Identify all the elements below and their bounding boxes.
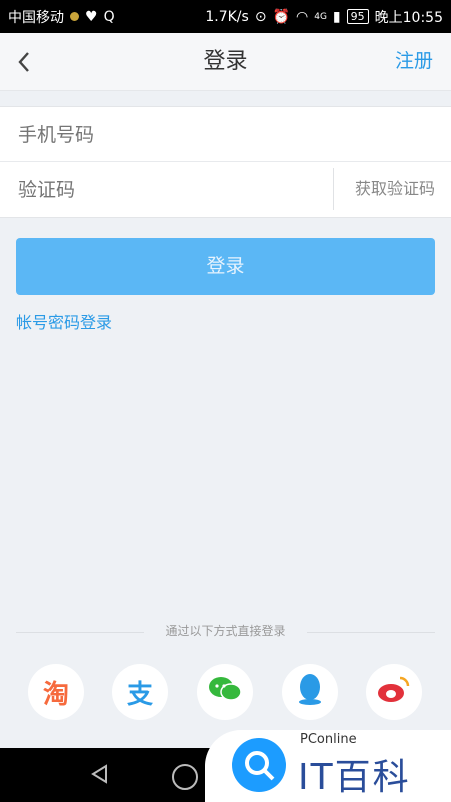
watermark-big-text: IT百科 <box>298 757 411 798</box>
q-app-icon: Q <box>103 8 115 25</box>
weibo-login-button[interactable] <box>366 664 422 720</box>
wechat-icon <box>208 675 242 710</box>
wifi-icon: ◠ <box>296 8 309 25</box>
phone-row <box>0 107 451 163</box>
divider <box>333 168 334 210</box>
battery-icon: 95 <box>346 9 369 24</box>
clock: 晚上10:55 <box>374 9 443 26</box>
taobao-login-button[interactable]: 淘 <box>28 664 84 720</box>
header-bar: 登录 注册 <box>0 33 451 91</box>
wechat-login-button[interactable] <box>197 664 253 720</box>
watermark-small-text: PConline <box>300 732 357 747</box>
alipay-icon: 支 <box>126 679 153 710</box>
watermark-logo-icon <box>232 738 286 792</box>
qq-icon <box>295 672 325 713</box>
signal-icon: ▮ <box>332 8 341 25</box>
phone-input[interactable] <box>16 107 320 163</box>
notification-dot-icon <box>70 12 79 21</box>
heart-icon: ♥ <box>85 8 98 25</box>
login-button[interactable]: 登录 <box>16 238 435 295</box>
carrier-label: 中国移动 <box>8 9 64 26</box>
location-icon: ⊙ <box>254 8 267 25</box>
page-title: 登录 <box>203 49 248 74</box>
weibo-icon <box>376 674 412 711</box>
qq-login-button[interactable] <box>282 664 338 720</box>
taobao-icon: 淘 <box>42 679 69 710</box>
alarm-icon: ⏰ <box>272 8 290 25</box>
net-speed: 1.7K/s <box>205 8 249 25</box>
divider-right <box>307 632 435 633</box>
login-form: 获取验证码 <box>0 106 451 218</box>
other-login-label: 通过以下方式直接登录 <box>165 624 286 638</box>
register-link[interactable]: 注册 <box>395 33 433 90</box>
code-input[interactable] <box>16 162 300 218</box>
get-code-button[interactable]: 获取验证码 <box>355 162 435 216</box>
alipay-login-button[interactable]: 支 <box>112 664 168 720</box>
code-row: 获取验证码 <box>0 162 451 218</box>
status-bar: 中国移动 ♥ Q 1.7K/s ⊙ ⏰ ◠ 4G ▮ 95 晚上10:55 <box>0 0 451 33</box>
nav-home-icon[interactable] <box>172 764 198 790</box>
signal-tag: 4G <box>314 11 327 22</box>
nav-back-icon[interactable] <box>88 762 112 786</box>
password-login-link[interactable]: 帐号密码登录 <box>16 310 112 336</box>
